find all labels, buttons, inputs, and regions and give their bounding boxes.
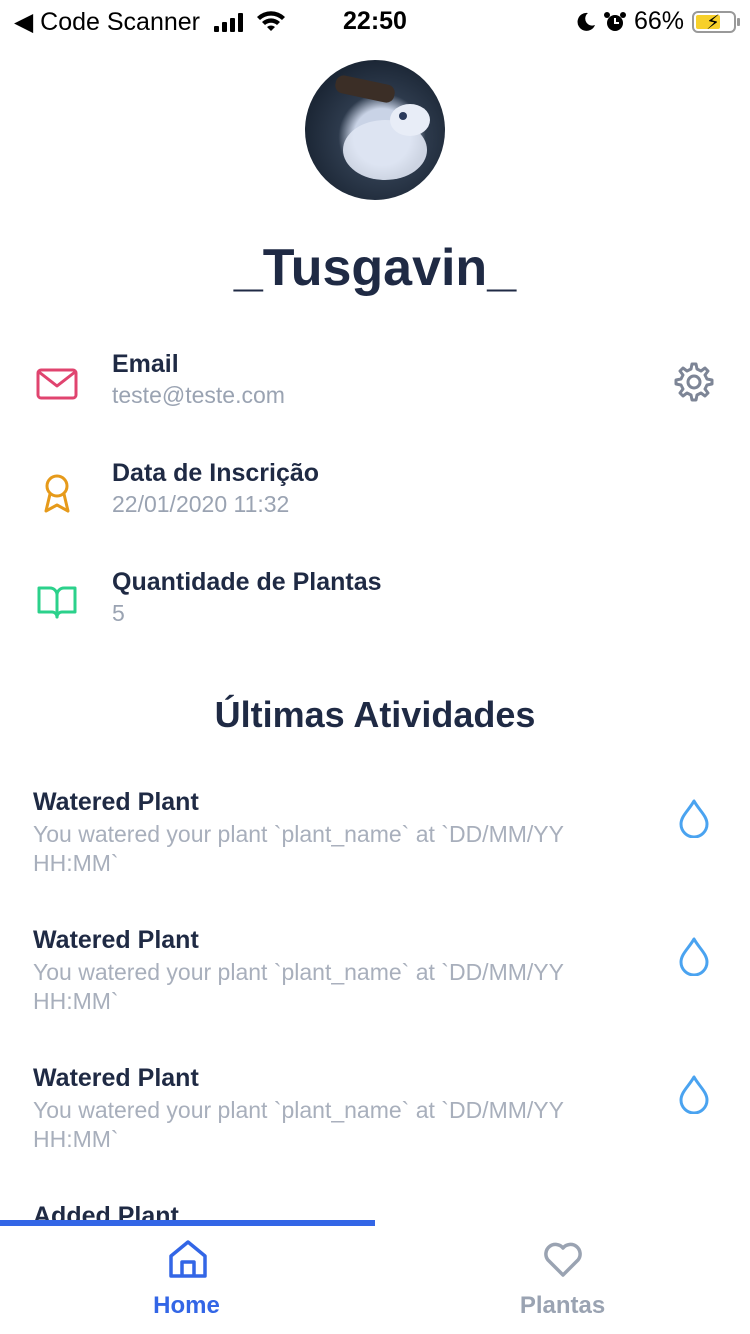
tab-bar: Home Plantas bbox=[0, 1220, 750, 1334]
profile-username: _Tusgavin_ bbox=[233, 239, 517, 297]
tab-label: Plantas bbox=[519, 1292, 606, 1319]
activities-section-title: Últimas Atividades bbox=[214, 694, 536, 735]
activity-title: Watered Plant bbox=[33, 926, 199, 954]
activity-item[interactable]: Watered Plant You watered your plant `pl… bbox=[33, 1064, 723, 1174]
activity-item[interactable]: Watered Plant You watered your plant `pl… bbox=[33, 788, 723, 898]
award-icon bbox=[44, 474, 70, 513]
status-bar: ◀ Code Scanner 22:50 66% ⚡ bbox=[0, 0, 750, 42]
info-value: 22/01/2020 11:32 bbox=[112, 491, 290, 517]
avatar[interactable] bbox=[305, 60, 445, 200]
activity-title: Watered Plant bbox=[33, 1064, 199, 1092]
info-value: 5 bbox=[112, 600, 125, 626]
book-open-icon bbox=[37, 586, 77, 619]
home-icon bbox=[169, 1240, 207, 1278]
info-row-plant-count: Quantidade de Plantas 5 bbox=[0, 568, 750, 638]
info-row-signup-date: Data de Inscrição 22/01/2020 11:32 bbox=[0, 459, 750, 529]
info-title: Email bbox=[112, 350, 179, 378]
status-right: 66% ⚡ bbox=[576, 7, 740, 36]
activity-title: Watered Plant bbox=[33, 788, 199, 816]
droplet-icon bbox=[679, 1075, 709, 1114]
mail-icon bbox=[36, 368, 78, 400]
activity-description: You watered your plant `plant_name` at `… bbox=[33, 1097, 564, 1152]
moon-icon bbox=[577, 12, 595, 31]
info-value: teste@teste.com bbox=[112, 382, 285, 408]
info-title: Data de Inscrição bbox=[112, 459, 320, 487]
heart-icon bbox=[544, 1242, 582, 1277]
activity-item[interactable]: Watered Plant You watered your plant `pl… bbox=[33, 926, 723, 1036]
battery-percent: 66% bbox=[633, 7, 684, 35]
alarm-icon bbox=[603, 11, 626, 31]
avatar-image bbox=[335, 75, 430, 180]
droplet-icon bbox=[679, 937, 709, 976]
info-row-email: Email teste@teste.com bbox=[0, 350, 750, 420]
tab-home[interactable]: Home bbox=[0, 1226, 375, 1334]
tab-label: Home bbox=[153, 1292, 220, 1319]
info-title: Quantidade de Plantas bbox=[112, 568, 382, 596]
activity-description: You watered your plant `plant_name` at `… bbox=[33, 821, 564, 876]
battery-icon: ⚡ bbox=[692, 10, 740, 34]
gear-icon[interactable] bbox=[672, 360, 716, 404]
droplet-icon bbox=[679, 799, 709, 838]
tab-plantas[interactable]: Plantas bbox=[375, 1226, 750, 1334]
activity-description: You watered your plant `plant_name` at `… bbox=[33, 959, 564, 1014]
